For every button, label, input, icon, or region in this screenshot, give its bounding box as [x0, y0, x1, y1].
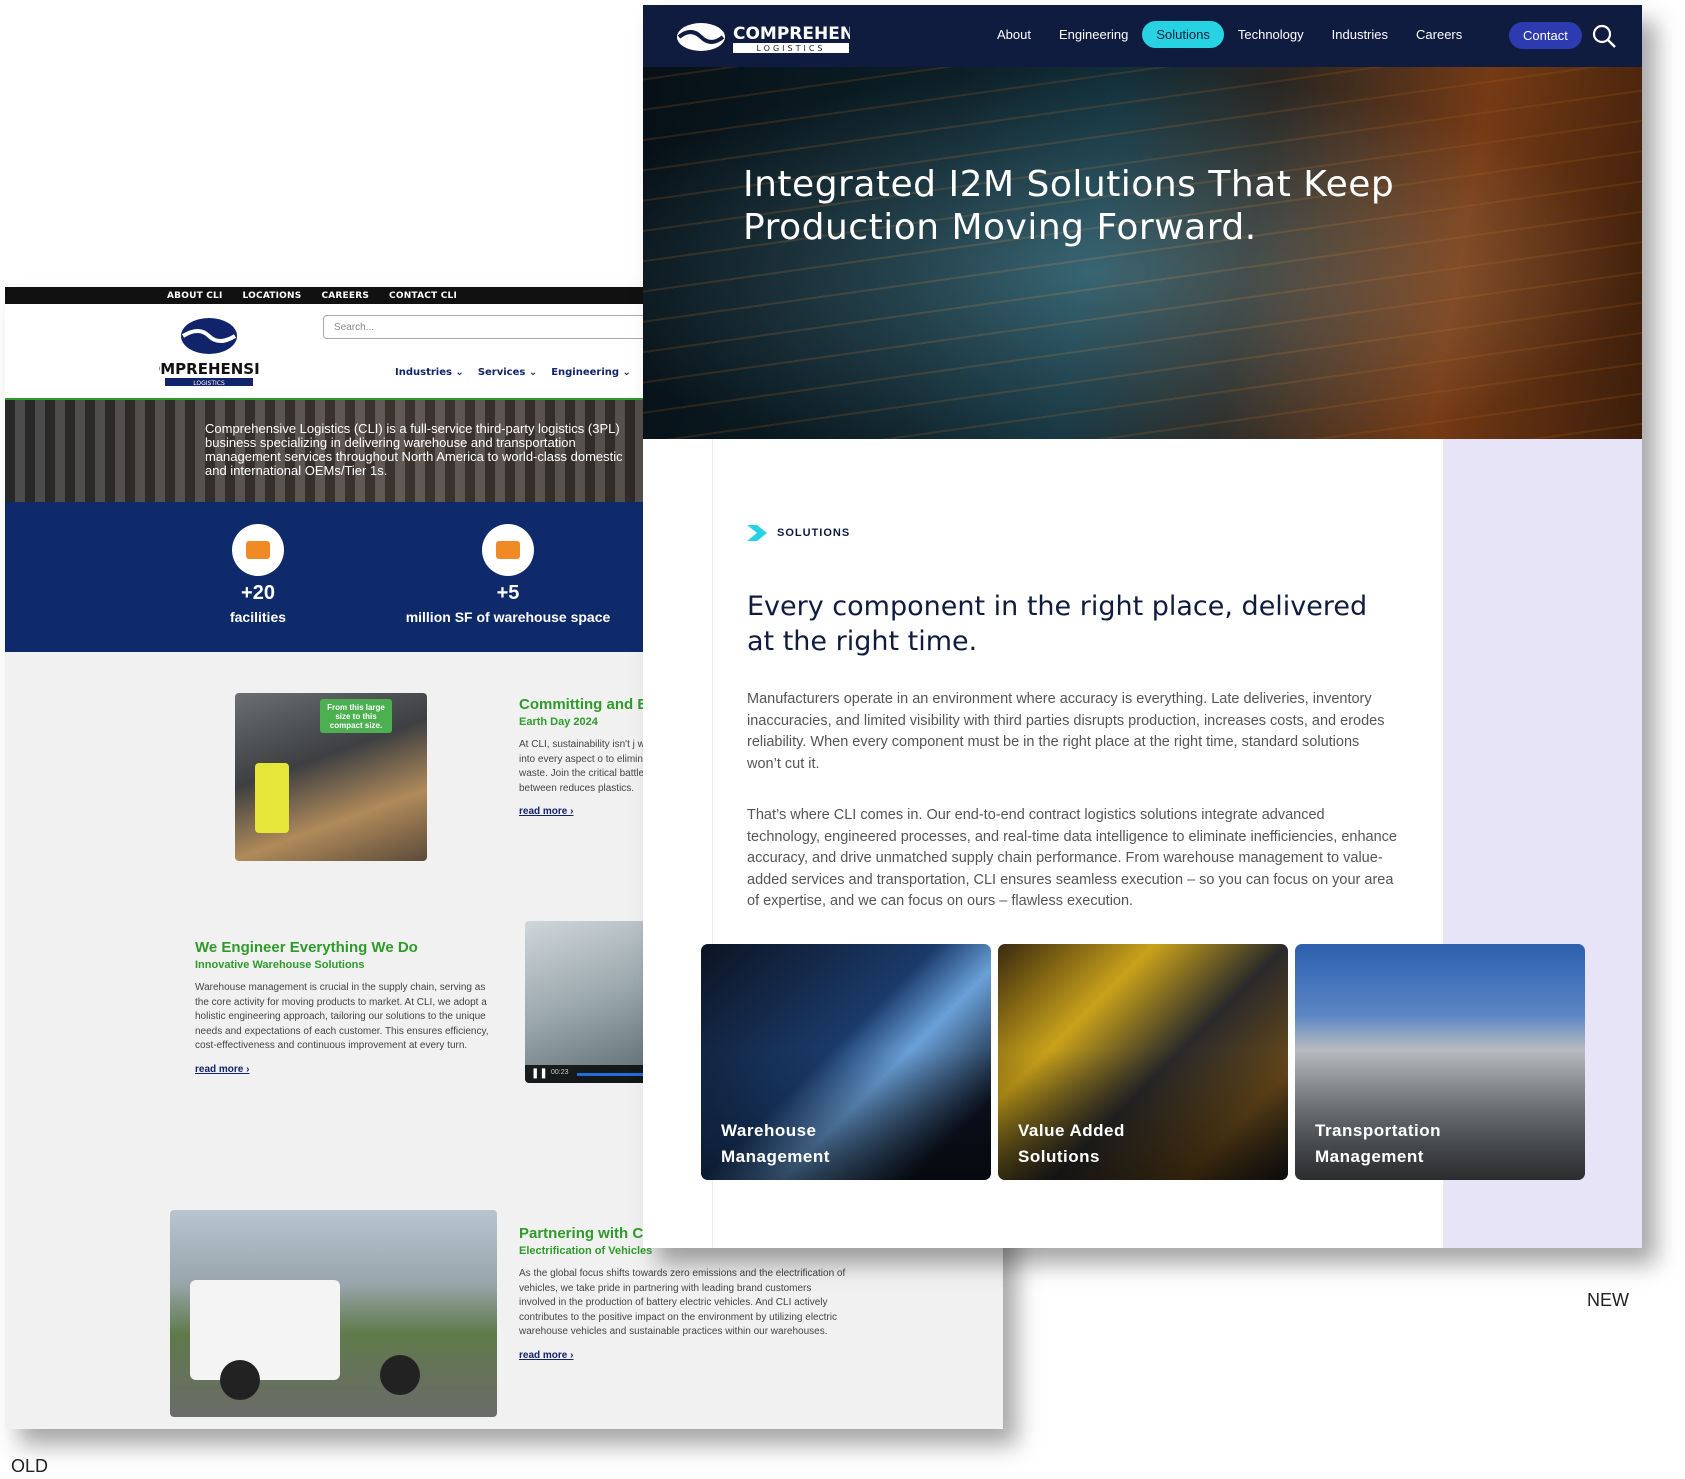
old-nav-industries[interactable]: Industries ⌄ [395, 367, 464, 378]
svg-text:LOGISTICS: LOGISTICS [756, 44, 825, 53]
card-line: Management [721, 1147, 830, 1166]
play-pause-icon[interactable]: ❚❚ [531, 1068, 548, 1079]
old-stat-facilities: +20 facilities [138, 524, 378, 625]
old-hero-text: Comprehensive Logistics (CLI) is a full-… [205, 421, 623, 478]
old-nav-engineering[interactable]: Engineering ⌄ [551, 367, 631, 378]
card-line: Transportation [1315, 1121, 1442, 1140]
old-nav: Industries ⌄ Services ⌄ Engineering ⌄ [395, 367, 631, 378]
card-value-added-solutions[interactable]: Value Added Solutions [998, 944, 1288, 1180]
old-section-subtitle: Innovative Warehouse Solutions [195, 959, 365, 971]
card-line: Warehouse [721, 1121, 817, 1140]
svg-text:LOGISTICS: LOGISTICS [193, 380, 225, 387]
old-top-link-contact[interactable]: CONTACT CLI [389, 291, 457, 301]
old-stat-value: +20 [241, 582, 275, 604]
new-content-area: SOLUTIONS Every component in the right p… [643, 439, 1642, 1248]
old-top-link-about[interactable]: ABOUT CLI [167, 291, 223, 301]
nav-solutions[interactable]: Solutions [1142, 21, 1224, 48]
nav-technology[interactable]: Technology [1224, 21, 1318, 48]
old-logo[interactable]: COMPREHENSIVE LOGISTICS [159, 314, 259, 390]
new-site-screenshot: COMPREHENSIVE LOGISTICS About Engineerin… [643, 5, 1642, 1248]
nav-engineering[interactable]: Engineering [1045, 21, 1142, 48]
card-warehouse-management[interactable]: Warehouse Management [701, 944, 991, 1180]
card-line: Management [1315, 1147, 1424, 1166]
old-stat-warehouse: +5 million SF of warehouse space [388, 524, 628, 625]
search-icon[interactable] [1591, 23, 1617, 49]
old-label: OLD [11, 1456, 49, 1476]
new-hero: Integrated I2M Solutions That Keep Produ… [643, 67, 1642, 439]
old-stat-label: facilities [229, 609, 287, 625]
truck-cab [190, 1280, 340, 1380]
logo-word: COMPREHENSIVE [733, 24, 850, 44]
card-transportation-management[interactable]: Transportation Management [1295, 944, 1585, 1180]
video-progress-bar[interactable] [577, 1073, 647, 1076]
paragraph-1: Manufacturers operate in an environment … [747, 691, 1385, 772]
old-section-body: As the global focus shifts towards zero … [519, 1268, 846, 1338]
video-controls: ❚❚ 00:23 [525, 1065, 655, 1083]
truck-wheel [220, 1360, 260, 1400]
old-nav-services[interactable]: Services ⌄ [478, 367, 537, 378]
old-read-more-link[interactable]: read more › [519, 1350, 849, 1361]
old-top-link-careers[interactable]: CAREERS [321, 291, 369, 301]
truck-wheel [380, 1355, 420, 1395]
solution-cards: Warehouse Management Value Added Solutions… [701, 944, 1585, 1180]
svg-text:COMPREHENSIVE: COMPREHENSIVE [159, 360, 259, 378]
old-earthday-image: From this large size to this compact siz… [235, 693, 427, 861]
new-navbar: COMPREHENSIVE LOGISTICS About Engineerin… [643, 5, 1642, 67]
nav-about[interactable]: About [983, 21, 1045, 48]
card-caption: Transportation Management [1315, 1118, 1441, 1170]
contact-button[interactable]: Contact [1509, 22, 1582, 49]
old-read-more-link[interactable]: read more › [195, 1064, 495, 1075]
old-video-player[interactable]: ❚❚ 00:23 [525, 921, 655, 1083]
old-stat-value: +5 [496, 582, 520, 604]
eyebrow-label: SOLUTIONS [777, 527, 851, 539]
card-line: Solutions [1018, 1147, 1100, 1166]
old-image-caption: From this large size to this compact siz… [320, 699, 392, 733]
section-heading: Every component in the right place, deli… [747, 591, 1368, 657]
hero-title: Integrated I2M Solutions That Keep Produ… [743, 164, 1395, 248]
nav-careers[interactable]: Careers [1402, 21, 1476, 48]
old-section-title: We Engineer Everything We Do [195, 939, 418, 956]
old-section-body: Warehouse management is crucial in the s… [195, 982, 489, 1052]
card-line: Value Added [1018, 1121, 1125, 1140]
old-stat-label: million SF of warehouse space [405, 609, 611, 625]
card-caption: Value Added Solutions [1018, 1118, 1125, 1170]
new-main-menu: About Engineering Solutions Technology I… [983, 21, 1476, 48]
nav-industries[interactable]: Industries [1318, 21, 1402, 48]
chevron-right-icon [747, 525, 767, 541]
old-top-link-locations[interactable]: LOCATIONS [243, 291, 302, 301]
new-label: NEW [1587, 1290, 1629, 1310]
paragraph-2: That’s where CLI comes in. Our end-to-en… [747, 807, 1397, 909]
eyebrow: SOLUTIONS [747, 525, 850, 541]
hero-image-overlay [643, 67, 1642, 439]
new-logo[interactable]: COMPREHENSIVE LOGISTICS [675, 17, 850, 57]
card-caption: Warehouse Management [721, 1118, 830, 1170]
worker-vest [255, 763, 289, 833]
old-section-engineer: We Engineer Everything We Do Innovative … [195, 939, 495, 1075]
video-time: 00:23 [551, 1069, 569, 1076]
warehouse-icon [482, 524, 534, 576]
old-truck-image [170, 1210, 497, 1417]
map-pin-icon [232, 524, 284, 576]
